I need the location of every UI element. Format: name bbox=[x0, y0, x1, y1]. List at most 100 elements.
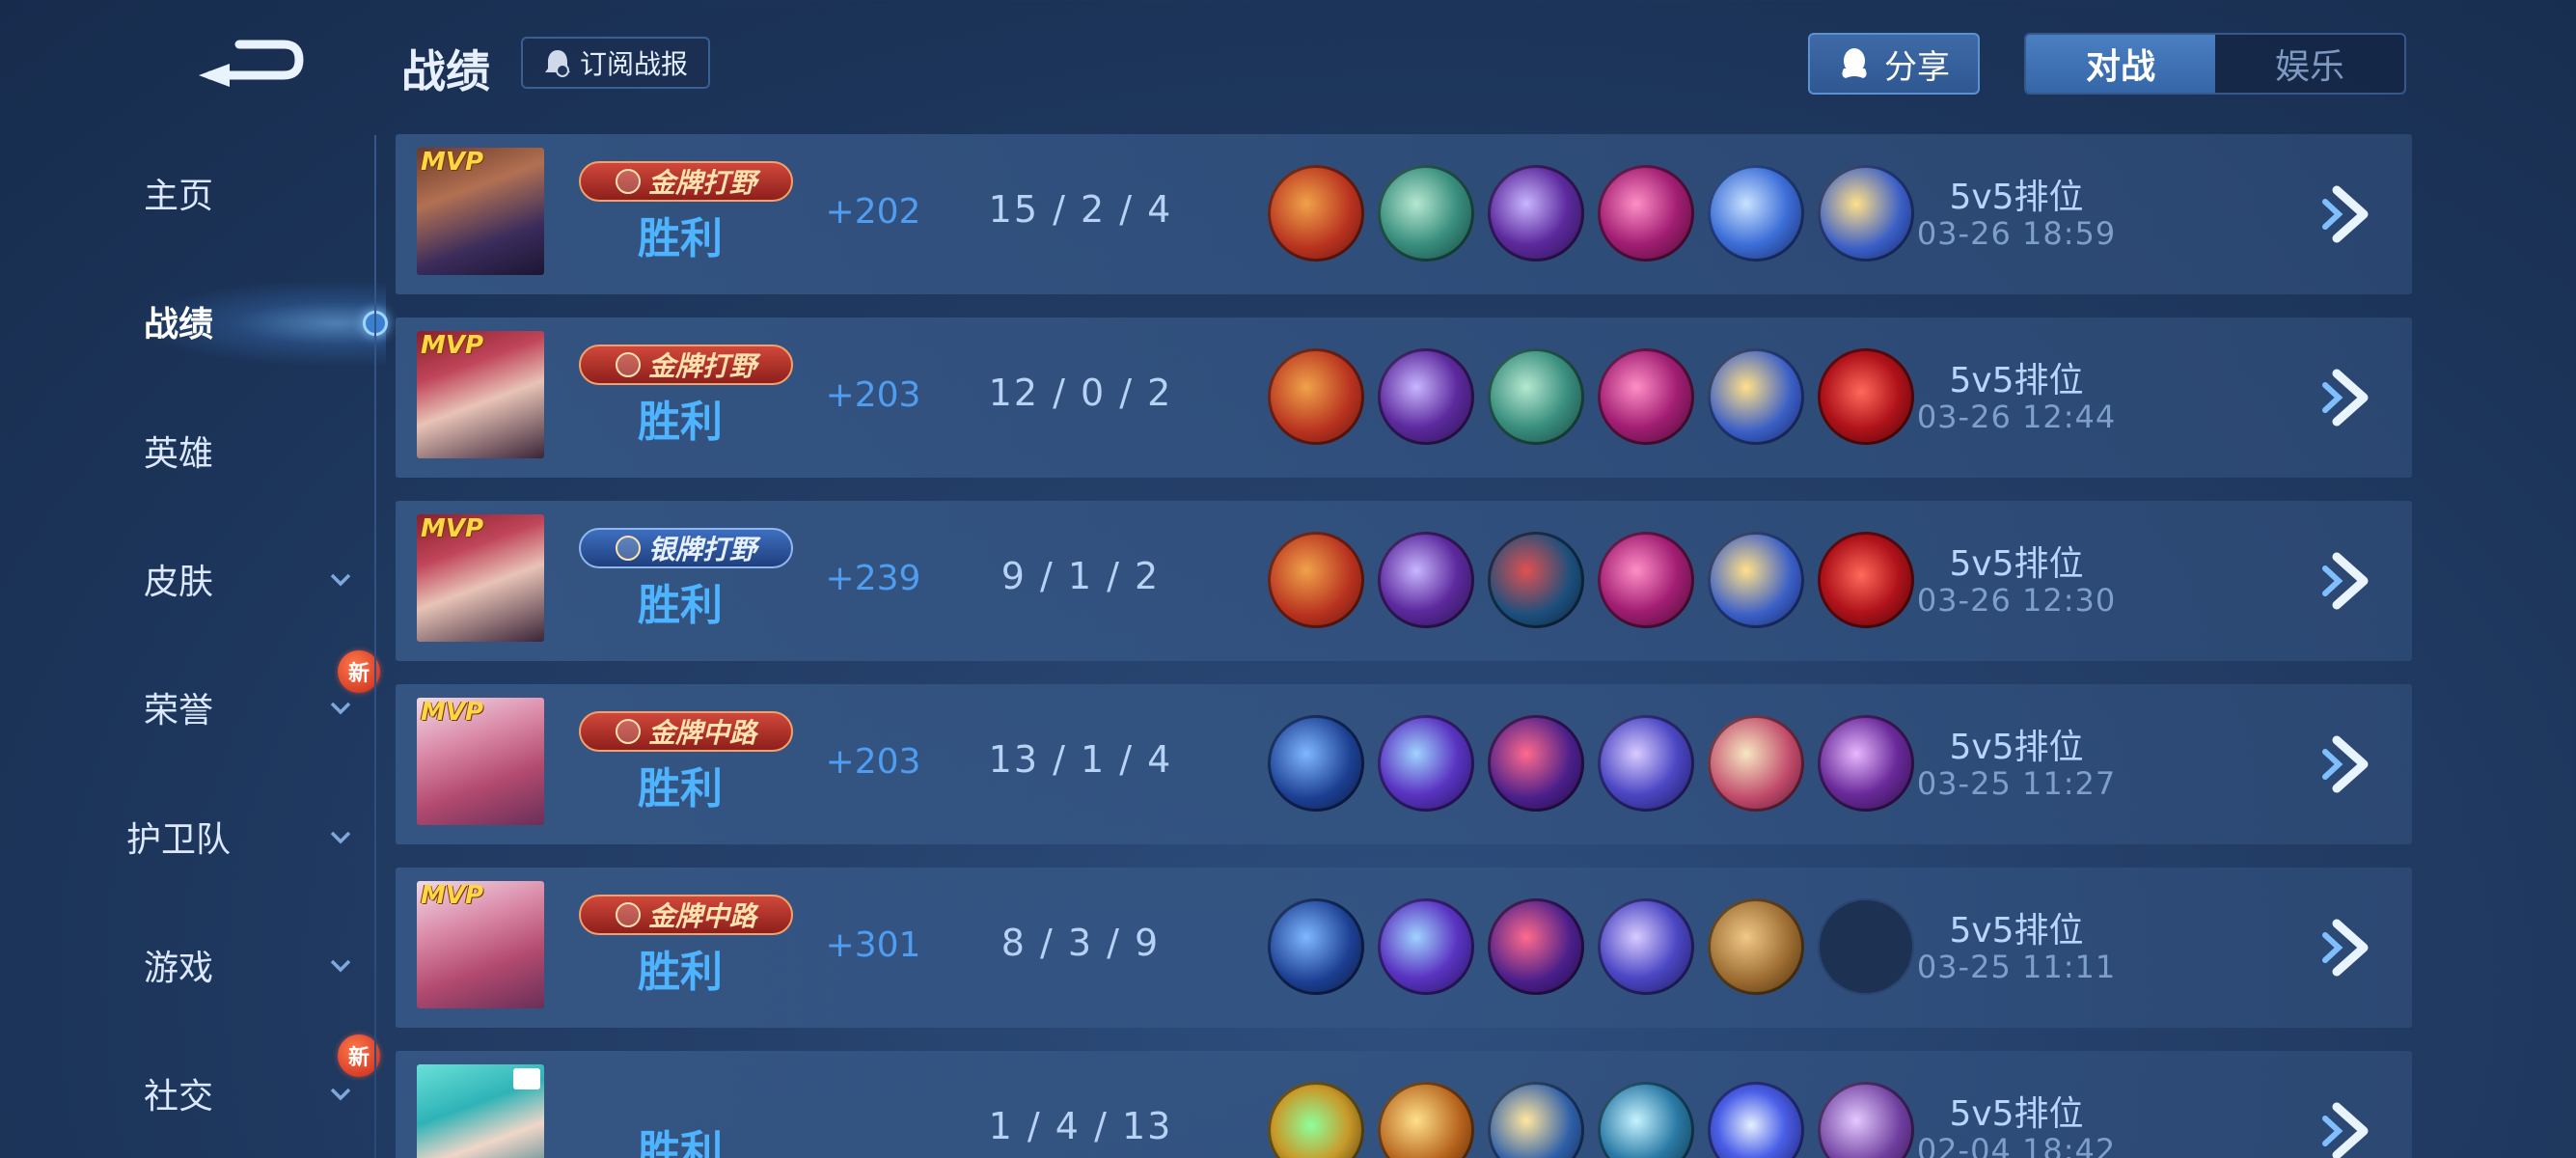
match-mode: 5v5排位 bbox=[1949, 361, 2084, 400]
axe-icon bbox=[1268, 348, 1364, 445]
witch-hat-icon bbox=[1488, 898, 1584, 995]
sidebar-item-heroes[interactable]: 英雄 bbox=[144, 417, 357, 484]
rank-badge: 银牌打野 bbox=[579, 528, 793, 568]
tab-entertainment[interactable]: 娱乐 bbox=[2215, 35, 2404, 93]
sidebar-item-social[interactable]: 社交 bbox=[144, 1060, 357, 1127]
green-gem-icon bbox=[1268, 1082, 1364, 1158]
rank-badge: 金牌打野 bbox=[579, 345, 793, 385]
helm-icon bbox=[1598, 532, 1694, 628]
rank-badge: 金牌打野 bbox=[579, 161, 793, 202]
purple-orb-icon bbox=[1378, 898, 1474, 995]
match-time: 03-26 12:44 bbox=[1916, 399, 2117, 435]
rank-badge-label: 金牌打野 bbox=[647, 350, 756, 382]
match-result: 胜利 bbox=[638, 1127, 723, 1158]
position-icon bbox=[615, 719, 641, 744]
match-mode: 5v5排位 bbox=[1949, 178, 2084, 217]
item-build bbox=[1268, 348, 1914, 445]
axe-icon bbox=[1268, 532, 1364, 628]
rank-badge-label: 金牌中路 bbox=[647, 900, 756, 932]
chevron-right-icon[interactable] bbox=[2321, 182, 2379, 246]
hero-tag-icon bbox=[513, 1068, 540, 1089]
item-build bbox=[1268, 165, 1914, 262]
purple-orb-icon bbox=[1378, 715, 1474, 812]
match-mode: 5v5排位 bbox=[1949, 911, 2084, 951]
bell-icon bbox=[544, 50, 570, 77]
chevron-right-icon[interactable] bbox=[2321, 916, 2379, 979]
page-title: 战绩 bbox=[401, 45, 490, 97]
new-badge: 新 bbox=[338, 1034, 380, 1077]
match-result: 胜利 bbox=[638, 581, 723, 630]
mvp-label: MVP bbox=[421, 331, 484, 360]
match-result: 胜利 bbox=[638, 948, 723, 997]
sidebar-item-honor[interactable]: 荣誉 bbox=[144, 674, 357, 741]
chevron-right-icon[interactable] bbox=[2321, 549, 2379, 613]
position-icon bbox=[615, 352, 641, 377]
mode-toggle: 对战 娱乐 bbox=[2024, 33, 2406, 95]
item-build bbox=[1268, 532, 1914, 628]
ice-axe-icon bbox=[1598, 1082, 1694, 1158]
qq-penguin-icon bbox=[1842, 48, 1867, 78]
pendant-icon bbox=[1488, 1082, 1584, 1158]
subscribe-report-button[interactable]: 订阅战报 bbox=[521, 37, 710, 89]
sidebar-item-home[interactable]: 主页 bbox=[144, 159, 357, 227]
position-icon bbox=[615, 536, 641, 561]
hero-avatar: MVP bbox=[417, 148, 544, 275]
sidebar-item-records[interactable]: 战绩 bbox=[144, 288, 357, 355]
sidebar-item-label: 战绩 bbox=[143, 305, 213, 345]
spellbook-icon bbox=[1818, 1082, 1914, 1158]
wooden-box-icon bbox=[1708, 898, 1804, 995]
mvp-label: MVP bbox=[421, 148, 484, 177]
tab-battle[interactable]: 对战 bbox=[2026, 35, 2215, 93]
match-mode: 5v5排位 bbox=[1949, 728, 2084, 767]
mvp-label: MVP bbox=[421, 881, 484, 910]
item-build bbox=[1268, 715, 1914, 812]
match-row[interactable]: MVP 金牌打野 胜利 +202 15 / 2 / 4 5v5排位 03-26 18:59 bbox=[396, 134, 2412, 294]
match-row[interactable]: MVP 金牌中路 胜利 +203 13 / 1 / 4 5v5排位 03-25 11:27 bbox=[396, 684, 2412, 844]
match-row[interactable]: 胜利 1 / 4 / 13 5v5排位 02-04 18:42 bbox=[396, 1051, 2412, 1158]
chevron-down-icon bbox=[330, 959, 351, 973]
rank-badge-label: 金牌打野 bbox=[647, 167, 756, 199]
hero-avatar: MVP bbox=[417, 881, 544, 1008]
sidebar-item-guard-team[interactable]: 护卫队 bbox=[126, 803, 357, 870]
wing-sword-icon bbox=[1708, 532, 1804, 628]
blue-boots-icon bbox=[1268, 715, 1364, 812]
ruby-icon bbox=[1818, 532, 1914, 628]
position-icon bbox=[615, 902, 641, 927]
chevron-right-icon[interactable] bbox=[2321, 732, 2379, 796]
hero-avatar bbox=[417, 1064, 544, 1158]
chevron-right-icon[interactable] bbox=[2321, 366, 2379, 429]
rank-score-change: +203 bbox=[825, 742, 921, 782]
share-button[interactable]: 分享 bbox=[1808, 33, 1980, 95]
sidebar-item-label: 主页 bbox=[143, 177, 213, 216]
back-arrow-icon[interactable] bbox=[191, 27, 305, 93]
match-result: 胜利 bbox=[638, 764, 723, 813]
rank-badge-label: 金牌中路 bbox=[647, 717, 756, 749]
rank-score-change: +203 bbox=[825, 375, 921, 415]
match-row[interactable]: MVP 银牌打野 胜利 +239 9 / 1 / 2 5v5排位 03-26 12:30 bbox=[396, 501, 2412, 661]
sidebar-item-label: 游戏 bbox=[143, 949, 213, 988]
chevron-down-icon bbox=[330, 1088, 351, 1101]
match-row[interactable]: MVP 金牌打野胜利 +203 12 / 0 / 2 5v5排位 03-26 12:44 bbox=[396, 317, 2412, 478]
red-boots-icon bbox=[1488, 532, 1584, 628]
chevron-right-icon[interactable] bbox=[2321, 1099, 2379, 1158]
hero-avatar: MVP bbox=[417, 514, 544, 642]
chevron-down-icon bbox=[330, 702, 351, 715]
sidebar-item-label: 皮肤 bbox=[143, 563, 213, 602]
match-time: 03-25 11:27 bbox=[1916, 765, 2117, 802]
kda-stats: 12 / 0 / 2 bbox=[988, 372, 1173, 414]
boots-icon bbox=[1488, 348, 1584, 445]
scepter-icon bbox=[1598, 898, 1694, 995]
match-time: 02-04 18:42 bbox=[1916, 1132, 2117, 1158]
match-result: 胜利 bbox=[638, 398, 723, 447]
sidebar-item-games[interactable]: 游戏 bbox=[144, 931, 357, 999]
dark-axe-icon bbox=[1488, 165, 1584, 262]
dark-axe-icon bbox=[1378, 348, 1474, 445]
sidebar-item-label: 社交 bbox=[143, 1077, 213, 1117]
sidebar: 主页 战绩 英雄 皮肤 荣誉 新 护卫队 游戏 社交 新 bbox=[0, 0, 388, 1158]
match-mode: 5v5排位 bbox=[1949, 544, 2084, 584]
sidebar-item-skins[interactable]: 皮肤 bbox=[144, 545, 357, 613]
scepter-icon bbox=[1598, 715, 1694, 812]
match-row[interactable]: MVP 金牌中路 胜利 +301 8 / 3 / 9 5v5排位 03-25 11:11 bbox=[396, 868, 2412, 1028]
kda-stats: 8 / 3 / 9 bbox=[1000, 922, 1161, 964]
golden-shield-icon bbox=[1378, 1082, 1474, 1158]
